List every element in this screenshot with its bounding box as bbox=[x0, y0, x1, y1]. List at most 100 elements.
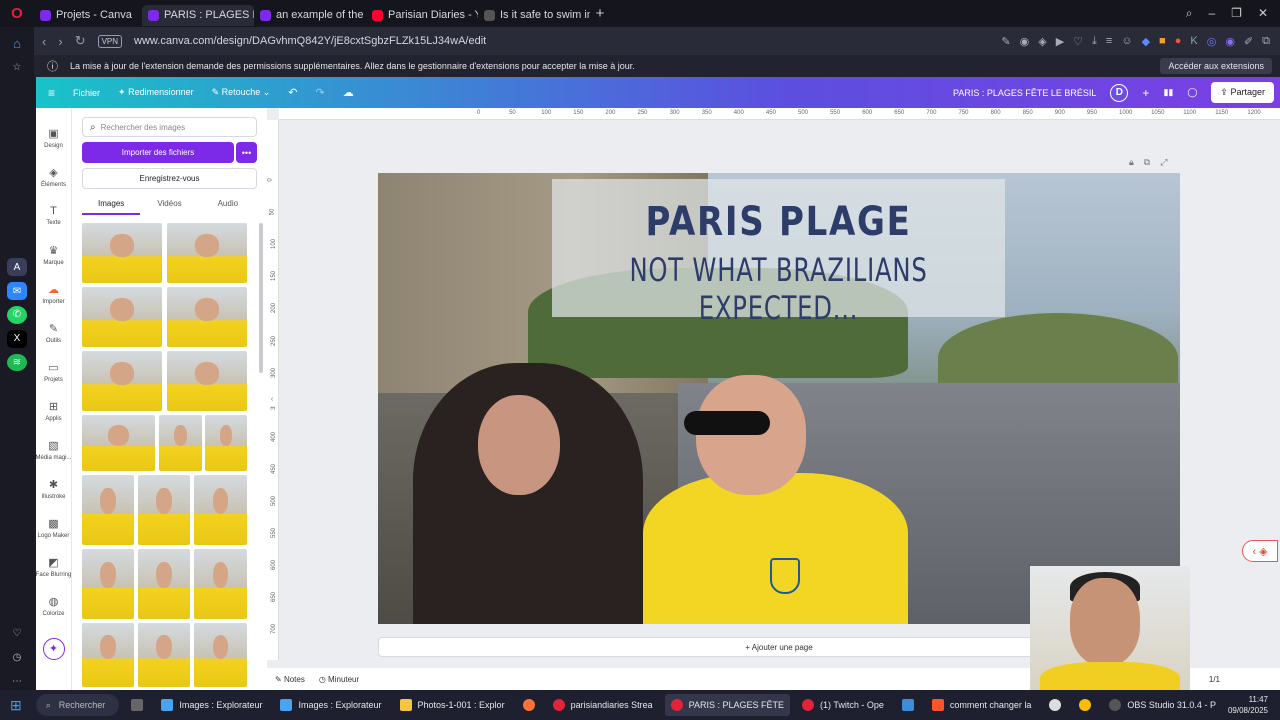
comment-icon[interactable]: ◯ bbox=[1187, 87, 1197, 98]
heart-icon[interactable]: ♡ bbox=[1073, 35, 1083, 48]
close-icon[interactable]: ✕ bbox=[1258, 6, 1268, 21]
image-thumbnail[interactable] bbox=[82, 475, 134, 545]
extension-icon[interactable]: ◉ bbox=[1225, 35, 1235, 48]
chrome-icon[interactable] bbox=[1073, 694, 1097, 716]
nav-design[interactable]: ▣ Design bbox=[36, 118, 72, 157]
windows-start-icon[interactable]: ⊞ bbox=[10, 697, 22, 714]
task-view-icon[interactable] bbox=[125, 694, 149, 716]
duplicate-icon[interactable]: ⧉ bbox=[1144, 157, 1150, 168]
search-input[interactable]: ⌕ Rechercher des images bbox=[82, 117, 257, 137]
image-thumbnail[interactable] bbox=[194, 549, 247, 619]
taskbar-item[interactable]: parisiandiaries Strea bbox=[547, 694, 659, 716]
more-options-button[interactable]: ••• bbox=[236, 142, 257, 163]
image-thumbnail[interactable] bbox=[167, 351, 247, 411]
extension-icon[interactable]: K bbox=[1190, 35, 1197, 48]
edit-menu[interactable]: ✎ Retouche ⌄ bbox=[212, 87, 271, 98]
x-icon[interactable]: X bbox=[7, 329, 27, 348]
tab-videos[interactable]: Vidéos bbox=[140, 193, 198, 215]
image-thumbnail[interactable] bbox=[82, 549, 134, 619]
design-title-text[interactable]: PARIS PLAGE bbox=[586, 199, 971, 245]
add-collaborator-icon[interactable]: + bbox=[1142, 86, 1149, 100]
collapse-panel-icon[interactable]: ‹ bbox=[267, 392, 277, 406]
camera-icon[interactable]: ◉ bbox=[1020, 35, 1030, 48]
nav-text[interactable]: T Texte bbox=[36, 196, 72, 235]
new-tab-icon[interactable]: + bbox=[590, 5, 610, 22]
tab-images[interactable]: Images bbox=[82, 193, 141, 215]
nav-projects[interactable]: ▭ Projets bbox=[36, 352, 72, 391]
nav-tools[interactable]: ✎ Outils bbox=[36, 313, 72, 352]
spotify-icon[interactable]: ≋ bbox=[7, 353, 27, 372]
add-icon[interactable]: ⤢ bbox=[1160, 157, 1167, 168]
edit-icon[interactable]: ✎ bbox=[1001, 35, 1010, 48]
home-icon[interactable]: ⌂ bbox=[7, 35, 27, 53]
taskbar-item[interactable]: Images : Explorateur bbox=[155, 694, 268, 716]
image-app-icon[interactable] bbox=[896, 694, 920, 716]
play-icon[interactable]: ▶ bbox=[1056, 35, 1064, 48]
image-thumbnail[interactable] bbox=[82, 223, 162, 283]
undo-icon[interactable]: ↶ bbox=[288, 86, 297, 99]
page-count[interactable]: 1/1 bbox=[1209, 675, 1220, 684]
extension-icon[interactable]: ◆ bbox=[1142, 35, 1150, 48]
profile-icon[interactable]: ☺ bbox=[1121, 35, 1132, 48]
canva-assistant-icon[interactable]: ‹ ◈ bbox=[1242, 540, 1278, 562]
search-tabs-icon[interactable]: ⌕ bbox=[1186, 6, 1193, 21]
nav-logo-maker[interactable]: ▩ Logo Maker bbox=[36, 508, 72, 547]
extension-icon[interactable]: ■ bbox=[1159, 35, 1166, 48]
extension-icon[interactable]: ◎ bbox=[1207, 35, 1217, 48]
image-thumbnail[interactable] bbox=[82, 287, 162, 347]
nav-apps[interactable]: ⊞ Applis bbox=[36, 391, 72, 430]
opera-logo-icon[interactable]: O bbox=[0, 0, 34, 27]
image-thumbnail[interactable] bbox=[82, 415, 155, 471]
redo-icon[interactable]: ↷ bbox=[315, 86, 324, 99]
magic-assistant-icon[interactable]: ✦ bbox=[36, 629, 72, 668]
reload-icon[interactable]: ↻ bbox=[75, 33, 86, 49]
shield-icon[interactable]: ◈ bbox=[1038, 35, 1046, 48]
cloud-sync-icon[interactable]: ☁ bbox=[343, 86, 354, 99]
resize-menu[interactable]: ✦ Redimensionner bbox=[118, 87, 194, 98]
forward-icon[interactable]: › bbox=[58, 34, 62, 49]
firefox-icon[interactable] bbox=[517, 694, 541, 716]
taskbar-item[interactable]: OBS Studio 31.0.4 - P bbox=[1103, 694, 1222, 716]
pen-icon[interactable]: ✐ bbox=[1244, 35, 1253, 48]
design-subtitle-text[interactable]: NOT WHAT BRAZILIANS EXPECTED... bbox=[606, 251, 950, 327]
share-button[interactable]: ⇪ Partager bbox=[1211, 82, 1274, 103]
tab-projets[interactable]: Projets - Canva bbox=[34, 5, 142, 26]
menu-icon[interactable]: ≡ bbox=[1106, 35, 1112, 48]
taskbar-item[interactable]: comment changer la bbox=[926, 694, 1038, 716]
aria-icon[interactable]: A bbox=[7, 258, 27, 277]
download-icon[interactable]: ⤓ bbox=[1092, 35, 1097, 48]
import-files-button[interactable]: Importer des fichiers bbox=[82, 142, 234, 163]
hamburger-icon[interactable]: ≡ bbox=[48, 86, 55, 100]
more-icon[interactable]: ⋯ bbox=[7, 672, 27, 690]
tab-paris-plages[interactable]: PARIS : PLAGES FÊTE LE BR bbox=[142, 4, 254, 26]
vpn-badge[interactable]: VPN bbox=[97, 34, 123, 48]
image-thumbnail[interactable] bbox=[167, 223, 247, 283]
messenger-icon[interactable]: ✉ bbox=[7, 282, 27, 300]
heart-icon[interactable]: ♡ bbox=[7, 624, 27, 642]
image-thumbnail[interactable] bbox=[159, 415, 202, 471]
register-button[interactable]: Enregistrez-vous bbox=[82, 168, 257, 189]
taskbar-item[interactable]: (1) Twitch - Ope bbox=[796, 694, 890, 716]
image-thumbnail[interactable] bbox=[138, 475, 190, 545]
wordpress-icon[interactable] bbox=[1043, 694, 1067, 716]
image-thumbnail[interactable] bbox=[82, 351, 162, 411]
analytics-icon[interactable]: ▮▮ bbox=[1163, 87, 1173, 98]
whatsapp-icon[interactable]: ✆ bbox=[7, 305, 27, 324]
url-field[interactable]: www.canva.com/design/DAGvhmQ842Y/jE8cxtS… bbox=[134, 35, 486, 47]
design-page[interactable]: PARIS PLAGE NOT WHAT BRAZILIANS EXPECTED… bbox=[378, 173, 1180, 624]
back-icon[interactable]: ‹ bbox=[42, 34, 46, 49]
star-icon[interactable]: ☆ bbox=[7, 59, 27, 77]
taskbar-item[interactable]: Photos-1-001 : Explor bbox=[394, 694, 511, 716]
tab-youtube[interactable]: Parisian Diaries - YouTube bbox=[366, 5, 478, 26]
image-thumbnail[interactable] bbox=[205, 415, 247, 471]
image-thumbnail[interactable] bbox=[194, 623, 247, 687]
nav-upload[interactable]: ☁ Importer bbox=[36, 274, 72, 313]
notes-button[interactable]: ✎ Notes bbox=[275, 675, 305, 684]
extension-icon[interactable]: ● bbox=[1175, 35, 1182, 48]
image-thumbnail[interactable] bbox=[167, 287, 247, 347]
taskbar-item[interactable]: Images : Explorateur bbox=[274, 694, 387, 716]
nav-magic-media[interactable]: ▧ Média magi... bbox=[36, 430, 72, 469]
nav-brand[interactable]: ♛ Marque bbox=[36, 235, 72, 274]
nav-elements[interactable]: ◈ Éléments bbox=[36, 157, 72, 196]
nav-face-blurring[interactable]: ◩ Face Blurring bbox=[36, 547, 72, 586]
